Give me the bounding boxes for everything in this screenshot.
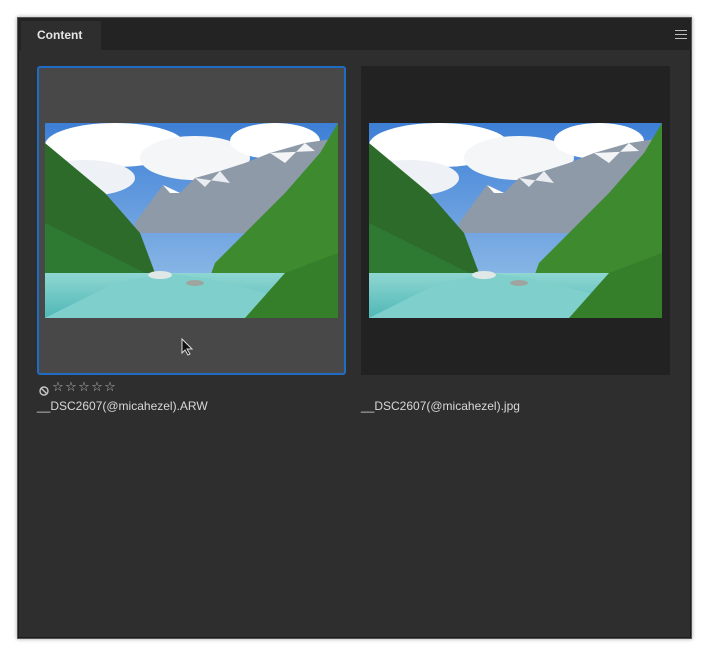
thumbnail-image [369, 123, 662, 318]
star-icon[interactable]: ☆ [78, 381, 90, 395]
star-icon[interactable]: ☆ [91, 381, 103, 395]
star-icon[interactable]: ☆ [104, 381, 116, 395]
filename-label: __DSC2607(@micahezel).ARW [37, 399, 208, 413]
hamburger-menu-icon[interactable] [675, 30, 687, 39]
star-icon[interactable]: ☆ [65, 381, 77, 395]
thumbnail-tile-jpg[interactable] [361, 66, 670, 375]
reject-circle-icon[interactable] [39, 383, 49, 396]
mouse-pointer-icon [181, 337, 194, 356]
filename-label: __DSC2607(@micahezel).jpg [361, 399, 520, 413]
tab-content[interactable]: Content [21, 21, 101, 50]
thumbnail-tile-arw[interactable] [37, 66, 346, 375]
tab-bar: Content [18, 18, 691, 50]
thumbnail-image [45, 123, 338, 318]
content-panel: Content ☆ ☆ ☆ ☆ ☆ __DSC2607(@micahezel).… [17, 17, 692, 639]
star-icon[interactable]: ☆ [52, 381, 64, 395]
star-rating[interactable]: ☆ ☆ ☆ ☆ ☆ [39, 381, 116, 396]
